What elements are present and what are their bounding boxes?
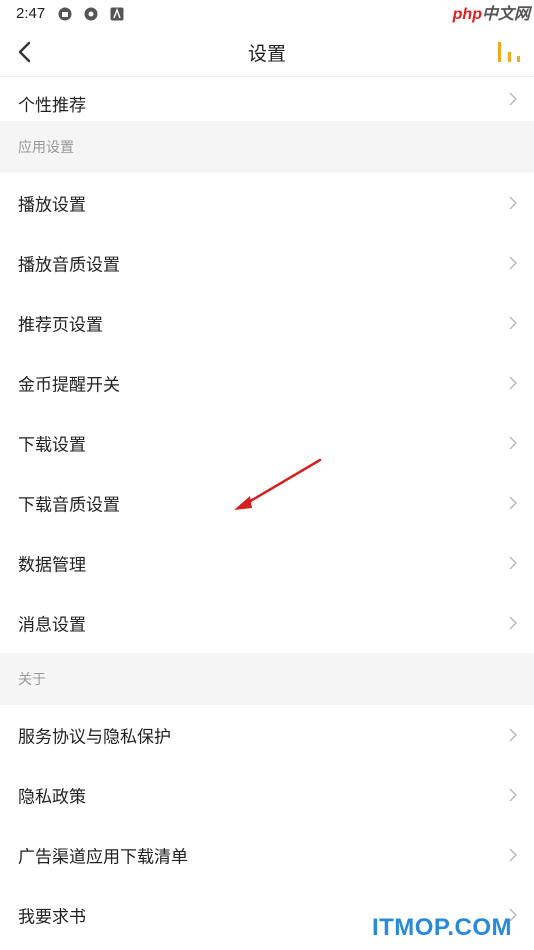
chevron-right-icon xyxy=(509,256,518,270)
chevron-right-icon xyxy=(509,848,518,862)
chevron-right-icon xyxy=(509,376,518,390)
chevron-right-icon xyxy=(509,616,518,630)
chevron-right-icon xyxy=(509,728,518,742)
settings-item-label: 下载设置 xyxy=(18,435,86,456)
settings-item-personal-recommend[interactable]: 个性推荐 xyxy=(0,77,534,121)
chevron-right-icon xyxy=(509,788,518,802)
php-watermark-b: 中文网 xyxy=(481,6,530,23)
page-title: 设置 xyxy=(247,43,286,65)
php-watermark: php中文网 xyxy=(453,0,530,24)
app-notification-icon xyxy=(84,7,98,21)
section-header-about: 关于 xyxy=(0,653,534,705)
settings-item-message[interactable]: 消息设置 xyxy=(0,593,534,653)
chevron-right-icon xyxy=(509,316,518,330)
section-title: 应用设置 xyxy=(18,140,74,156)
settings-item-label: 个性推荐 xyxy=(18,96,86,116)
settings-item-download[interactable]: 下载设置 xyxy=(0,413,534,473)
settings-item-label: 服务协议与隐私保护 xyxy=(18,727,171,748)
settings-item-download-quality[interactable]: 下载音质设置 xyxy=(0,473,534,533)
itmop-watermark: ITMOP.COM xyxy=(371,914,512,941)
settings-item-label: 播放设置 xyxy=(18,195,86,216)
status-bar: 2:47 php中文网 xyxy=(0,0,534,28)
chevron-right-icon xyxy=(509,92,518,106)
nav-bar: 设置 xyxy=(0,28,534,77)
status-time: 2:47 xyxy=(16,5,46,22)
settings-item-label: 推荐页设置 xyxy=(18,315,103,336)
section-header-app-settings: 应用设置 xyxy=(0,121,534,173)
php-watermark-a: php xyxy=(452,6,482,23)
chevron-right-icon xyxy=(509,496,518,510)
settings-item-playback-quality[interactable]: 播放音质设置 xyxy=(0,233,534,293)
chevron-right-icon xyxy=(509,556,518,570)
chevron-right-icon xyxy=(509,436,518,450)
settings-item-label: 数据管理 xyxy=(18,555,86,576)
bar-chart-icon[interactable] xyxy=(494,38,524,66)
settings-item-label: 我要求书 xyxy=(18,907,86,928)
settings-item-label: 广告渠道应用下载清单 xyxy=(18,847,188,868)
settings-item-label: 播放音质设置 xyxy=(18,255,120,276)
settings-item-coin-reminder[interactable]: 金币提醒开关 xyxy=(0,353,534,413)
settings-item-privacy-policy[interactable]: 隐私政策 xyxy=(0,765,534,825)
settings-item-label: 隐私政策 xyxy=(18,787,86,808)
section-title: 关于 xyxy=(18,672,46,688)
a-notification-icon xyxy=(110,7,124,21)
settings-list: 个性推荐 应用设置 播放设置 播放音质设置 推荐页设置 金币提醒开关 下载设置 … xyxy=(0,77,534,945)
settings-item-label: 金币提醒开关 xyxy=(18,375,120,396)
settings-item-data-management[interactable]: 数据管理 xyxy=(0,533,534,593)
settings-item-label: 消息设置 xyxy=(18,615,86,636)
settings-item-ad-download-list[interactable]: 广告渠道应用下载清单 xyxy=(0,825,534,885)
settings-item-label: 下载音质设置 xyxy=(18,495,120,516)
settings-item-playback[interactable]: 播放设置 xyxy=(0,173,534,233)
chevron-right-icon xyxy=(509,196,518,210)
settings-item-service-agreement[interactable]: 服务协议与隐私保护 xyxy=(0,705,534,765)
notification-icon xyxy=(58,7,72,21)
settings-item-recommend-page[interactable]: 推荐页设置 xyxy=(0,293,534,353)
